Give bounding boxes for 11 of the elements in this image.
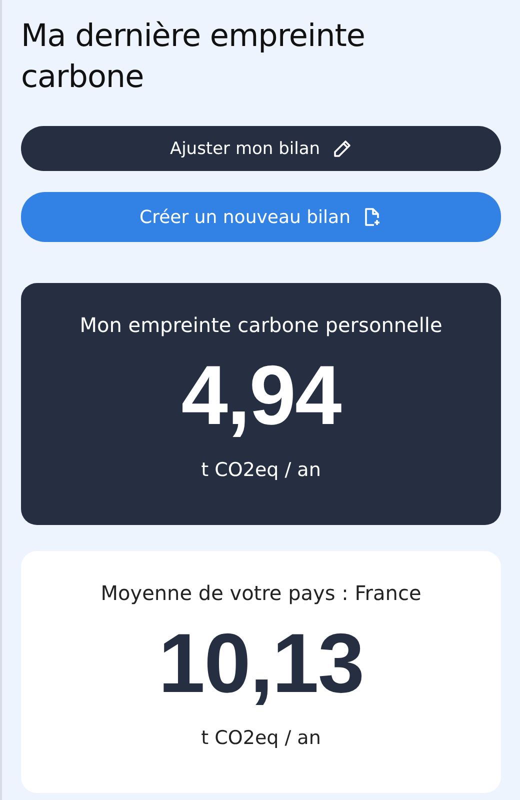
add-file-icon (362, 207, 382, 227)
unit-label: t CO2eq / an (201, 459, 321, 481)
pencil-icon (332, 138, 352, 158)
page-title: Ma dernière empreinte carbone (21, 17, 366, 97)
adjust-button[interactable]: Ajuster mon bilan (21, 126, 501, 171)
footprint-value: 4,94 (181, 347, 341, 444)
footprint-value: 10,13 (158, 615, 364, 712)
new-report-button[interactable]: Créer un nouveau bilan (21, 192, 501, 242)
card-heading: Moyenne de votre pays : France (100, 581, 422, 605)
card-heading: Mon empreinte carbone personnelle (80, 313, 442, 337)
unit-label: t CO2eq / an (201, 727, 321, 749)
